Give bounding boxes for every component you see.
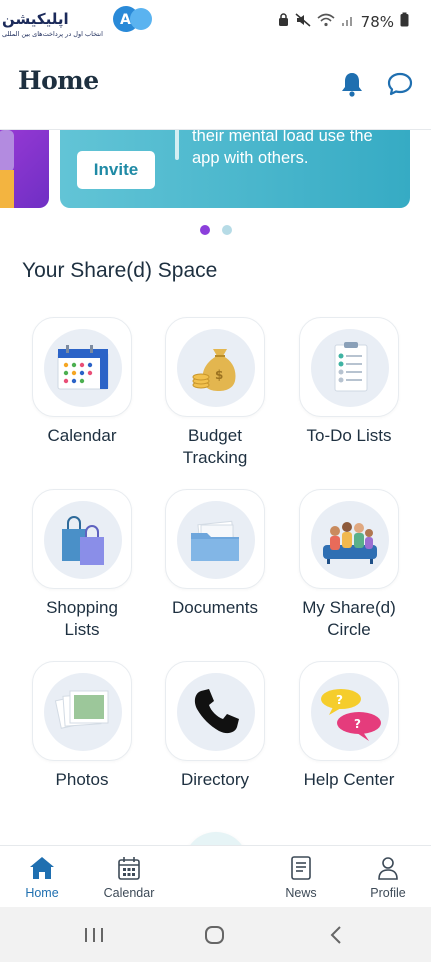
nav-label: Home [25, 886, 59, 900]
tile-box[interactable] [32, 489, 132, 589]
carousel-dot-active[interactable] [199, 225, 210, 235]
tile-label: Help Center [303, 770, 395, 789]
bell-icon[interactable] [338, 70, 366, 98]
app-header: Home [0, 44, 431, 130]
calendar-icon [118, 857, 140, 880]
watermark-logo: اپلیکیشن A انتخاب اول در پرداخت‌های بین … [0, 2, 160, 42]
battery-icon [400, 12, 409, 31]
nav-label: Calendar [103, 886, 155, 900]
nav-home[interactable]: Home [2, 854, 82, 900]
news-icon [291, 856, 311, 880]
mute-icon [295, 12, 311, 31]
page-title: Home [18, 66, 99, 95]
banner-carousel[interactable]: their mental load use the app with other… [0, 130, 431, 210]
tile-label: Photos [55, 770, 109, 789]
tile-label: My Share(d) Circle [302, 598, 396, 639]
folder-icon [177, 501, 255, 579]
tile-box[interactable]: $ [165, 317, 265, 417]
money-bag-icon: $ [177, 329, 255, 407]
home-button-icon[interactable] [195, 923, 235, 947]
nav-label: News [285, 886, 317, 900]
tile-label: Budget Tracking [182, 426, 248, 467]
home-icon [30, 857, 54, 879]
signal-icon [341, 13, 355, 31]
svg-text:?: ? [336, 693, 343, 707]
lock-icon [278, 12, 289, 31]
tile-box[interactable]: ? ? [299, 661, 399, 761]
banner-divider [175, 130, 179, 160]
tile-box[interactable] [165, 661, 265, 761]
clipboard-icon [311, 329, 389, 407]
calendar-icon [44, 329, 122, 407]
svg-text:$: $ [215, 368, 223, 382]
speech-bubbles-icon: ? ? [311, 673, 389, 751]
previous-banner-card[interactable] [0, 130, 49, 208]
nav-news[interactable]: News [261, 854, 341, 900]
battery-percent: 78% [360, 12, 394, 31]
status-icons: 78% [278, 12, 409, 31]
person-illustration-icon [0, 130, 14, 208]
tile-label: Shopping Lists [46, 598, 118, 639]
tile-label: Documents [172, 598, 258, 617]
tile-label: Calendar [47, 426, 117, 445]
tile-box[interactable] [299, 317, 399, 417]
wifi-icon [317, 13, 335, 31]
carousel-dot[interactable] [221, 225, 232, 235]
nav-profile[interactable]: Profile [348, 854, 428, 900]
people-group-icon [311, 501, 389, 579]
phone-icon [177, 673, 255, 751]
banner-card[interactable]: their mental load use the app with other… [60, 130, 410, 208]
svg-text:انتخاب اول در پرداخت‌های بین ا: انتخاب اول در پرداخت‌های بین المللی [2, 30, 103, 38]
status-bar: اپلیکیشن A انتخاب اول در پرداخت‌های بین … [0, 0, 431, 44]
svg-text:?: ? [354, 717, 361, 731]
photos-icon [44, 673, 122, 751]
tile-label: Directory [180, 770, 249, 789]
watermark-graphic: اپلیکیشن A انتخاب اول در پرداخت‌های بین … [2, 6, 152, 38]
person-icon [378, 857, 398, 880]
system-nav-bar [0, 907, 431, 962]
section-title: Your Share(d) Space [22, 259, 218, 282]
recent-apps-icon[interactable] [74, 923, 114, 947]
back-icon[interactable] [316, 923, 356, 947]
banner-text: their mental load use the app with other… [192, 130, 373, 167]
invite-button[interactable]: Invite [77, 151, 155, 189]
tile-box[interactable] [165, 489, 265, 589]
tile-box[interactable] [32, 661, 132, 761]
tile-box[interactable] [32, 317, 132, 417]
nav-label: Profile [370, 886, 406, 900]
svg-text:A: A [120, 12, 131, 28]
tile-box[interactable] [299, 489, 399, 589]
carousel-dots [0, 225, 431, 235]
bottom-nav: Home Calendar News Profile [0, 845, 431, 907]
shopping-bags-icon [44, 501, 122, 579]
svg-text:اپلیکیشن: اپلیکیشن [2, 10, 69, 29]
nav-calendar[interactable]: Calendar [89, 854, 169, 900]
tile-label: To-Do Lists [306, 426, 392, 445]
chat-bubble-icon[interactable] [386, 70, 414, 98]
